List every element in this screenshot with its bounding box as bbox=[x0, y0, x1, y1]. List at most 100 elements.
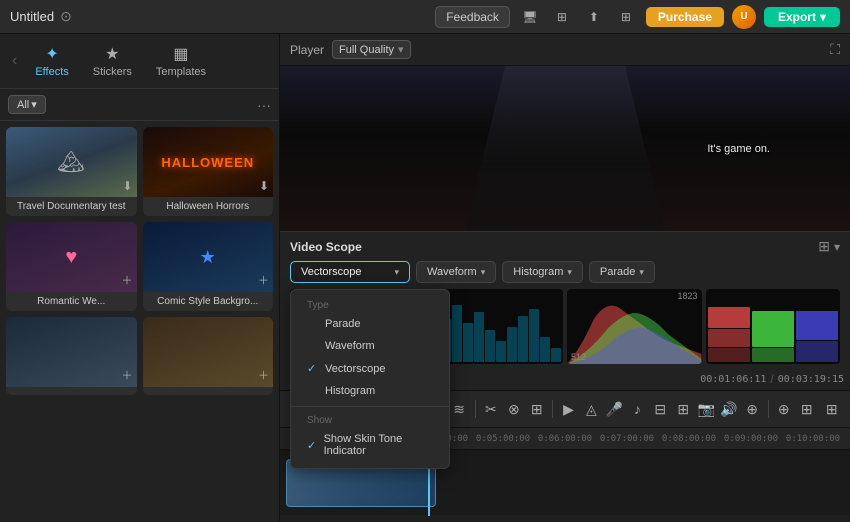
timecode-total: 00:03:19:15 bbox=[778, 374, 844, 385]
app-title: Untitled bbox=[10, 9, 54, 24]
scope-header: Video Scope ⊞ ▾ bbox=[290, 238, 840, 255]
cut-button[interactable]: ✂ bbox=[480, 395, 501, 423]
card-thumbnail: ★ ＋ bbox=[143, 222, 274, 292]
nav-back[interactable]: ‹ bbox=[8, 48, 21, 74]
play-button[interactable]: ▶ bbox=[558, 395, 579, 423]
parade-dropdown[interactable]: Parade ▾ bbox=[589, 261, 655, 283]
histogram-content: 1823 512 bbox=[567, 289, 702, 364]
zoom-plus-button[interactable]: ⊕ bbox=[773, 395, 794, 423]
video-scope-section: Video Scope ⊞ ▾ Vectorscope ▾ Type bbox=[280, 231, 850, 370]
effects-icon: ✦ bbox=[45, 44, 58, 64]
layout-button[interactable]: ⊞ bbox=[821, 395, 842, 423]
wf-bar bbox=[485, 330, 495, 362]
add-icon: ＋ bbox=[122, 272, 133, 288]
dropdown-item-vectorscope[interactable]: ✓ Vectorscope bbox=[291, 357, 449, 380]
dropdown-item-waveform[interactable]: Waveform bbox=[291, 335, 449, 357]
card-label: Travel Documentary test bbox=[6, 197, 137, 216]
check-icon bbox=[307, 385, 319, 397]
wf-bar bbox=[496, 341, 506, 362]
quality-label: Full Quality bbox=[339, 44, 394, 56]
avatar[interactable]: U bbox=[732, 5, 756, 29]
subtitle-button[interactable]: ⊟ bbox=[650, 395, 671, 423]
player-header: Player Full Quality ▾ ⛶ bbox=[280, 34, 850, 66]
grid-icon[interactable]: ⊞ bbox=[614, 5, 638, 29]
feedback-button[interactable]: Feedback bbox=[435, 6, 510, 28]
crop-button[interactable]: ⊞ bbox=[526, 395, 547, 423]
dropdown-item-parade[interactable]: Parade bbox=[291, 313, 449, 335]
right-panel: Player Full Quality ▾ ⛶ It's game on. Vi… bbox=[280, 34, 850, 522]
monitor-icon[interactable]: 🖥 bbox=[518, 5, 542, 29]
main-layout: ‹ ✦ Effects ★ Stickers ▦ Templates All ▾… bbox=[0, 34, 850, 522]
panel-more-button[interactable]: ··· bbox=[257, 97, 271, 113]
extract-button[interactable]: ⊗ bbox=[503, 395, 524, 423]
filter-all-button[interactable]: All ▾ bbox=[8, 95, 46, 114]
scope-grid-icon[interactable]: ⊞ bbox=[818, 238, 830, 255]
title-dot: ⊙ bbox=[60, 8, 72, 25]
music-button[interactable]: ♪ bbox=[627, 395, 648, 423]
toolbar-separator bbox=[768, 400, 769, 418]
wf-bar bbox=[518, 316, 528, 362]
tab-templates[interactable]: ▦ Templates bbox=[146, 40, 216, 82]
parade-blue bbox=[796, 291, 838, 362]
waveform-button[interactable]: ≋ bbox=[449, 395, 470, 423]
key-button[interactable]: ⊕ bbox=[742, 395, 763, 423]
speed-button[interactable]: ⊞ bbox=[796, 395, 817, 423]
list-item[interactable]: ＋ bbox=[143, 317, 274, 395]
parade-green bbox=[752, 291, 794, 362]
layout-icon[interactable]: ⊞ bbox=[550, 5, 574, 29]
card-label bbox=[143, 387, 274, 395]
scope-expand-icon[interactable]: ▾ bbox=[834, 240, 840, 254]
video-canvas: It's game on. bbox=[280, 66, 850, 231]
card-thumbnail: 🏔 ⬇ bbox=[6, 127, 137, 197]
chevron-down-icon: ▾ bbox=[639, 267, 644, 278]
ruler-mark: 0:09:00:00 bbox=[720, 434, 782, 444]
list-item[interactable]: 🏔 ⬇ Travel Documentary test bbox=[6, 127, 137, 216]
fullscreen-icon[interactable]: ⛶ bbox=[830, 41, 840, 58]
check-icon bbox=[307, 318, 319, 330]
type-section-label: Type bbox=[291, 296, 449, 313]
wf-bar bbox=[474, 312, 484, 362]
mute-button[interactable]: ◬ bbox=[581, 395, 602, 423]
tag-button[interactable]: ⊞ bbox=[673, 395, 694, 423]
left-panel: ‹ ✦ Effects ★ Stickers ▦ Templates All ▾… bbox=[0, 34, 280, 522]
card-label: Romantic We... bbox=[6, 292, 137, 311]
list-item[interactable]: ★ ＋ Comic Style Backgro... bbox=[143, 222, 274, 311]
scope-controls: Vectorscope ▾ Type Parade Waveform bbox=[290, 261, 840, 283]
histogram-bottom-label: 512 bbox=[571, 352, 586, 362]
export-button[interactable]: Export ▾ bbox=[764, 7, 840, 27]
show-section-label: Show bbox=[291, 411, 449, 428]
add-icon: ＋ bbox=[258, 367, 269, 383]
list-item[interactable]: HALLOWEEN ⬇ Halloween Horrors bbox=[143, 127, 274, 216]
dropdown-item-skin-tone[interactable]: ✓ Show Skin Tone Indicator bbox=[291, 428, 449, 462]
chevron-down-icon: ▾ bbox=[398, 43, 404, 56]
add-icon: ＋ bbox=[258, 272, 269, 288]
ruler-mark: 0:06:00:00 bbox=[534, 434, 596, 444]
volume-button[interactable]: 🔊 bbox=[719, 395, 740, 423]
card-thumbnail: ♥ ＋ bbox=[6, 222, 137, 292]
tab-effects[interactable]: ✦ Effects bbox=[25, 40, 78, 82]
panel-toolbar: All ▾ ··· bbox=[0, 89, 279, 121]
vectorscope-dropdown[interactable]: Vectorscope ▾ bbox=[290, 261, 410, 283]
checkmark-icon: ✓ bbox=[307, 362, 319, 375]
wf-bar bbox=[529, 309, 539, 362]
mic-button[interactable]: 🎤 bbox=[604, 395, 625, 423]
histogram-dropdown[interactable]: Histogram ▾ bbox=[502, 261, 583, 283]
waveform-dropdown[interactable]: Waveform ▾ bbox=[416, 261, 496, 283]
halloween-label: HALLOWEEN bbox=[161, 155, 254, 170]
dropdown-item-histogram[interactable]: Histogram bbox=[291, 380, 449, 402]
purchase-button[interactable]: Purchase bbox=[646, 7, 724, 27]
upload-icon[interactable]: ⬆ bbox=[582, 5, 606, 29]
camera-button[interactable]: 📷 bbox=[696, 395, 717, 423]
scope-header-right: ⊞ ▾ bbox=[818, 238, 840, 255]
tab-stickers[interactable]: ★ Stickers bbox=[83, 40, 142, 82]
toolbar-separator bbox=[475, 400, 476, 418]
quality-select[interactable]: Full Quality ▾ bbox=[332, 40, 411, 59]
top-bar-center: Feedback 🖥 ⊞ ⬆ ⊞ Purchase U Export ▾ bbox=[435, 5, 840, 29]
ruler-mark: 0:05:00:00 bbox=[472, 434, 534, 444]
list-item[interactable]: ＋ bbox=[6, 317, 137, 395]
card-thumbnail: ＋ bbox=[6, 317, 137, 387]
list-item[interactable]: ♥ ＋ Romantic We... bbox=[6, 222, 137, 311]
wf-bar bbox=[540, 337, 550, 362]
nav-tabs: ‹ ✦ Effects ★ Stickers ▦ Templates bbox=[0, 34, 279, 89]
chevron-down-icon: ▾ bbox=[394, 267, 399, 278]
